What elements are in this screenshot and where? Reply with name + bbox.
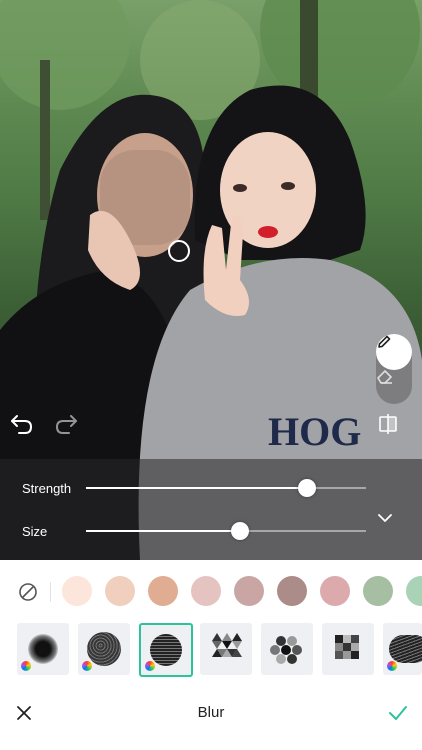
triangle-mosaic-preview [212, 633, 242, 657]
color-indicator-icon [387, 661, 397, 671]
strength-slider[interactable] [86, 478, 366, 498]
pattern-stroke-blur[interactable] [383, 623, 422, 675]
strength-track-filled [86, 487, 307, 489]
color-swatch[interactable] [148, 576, 178, 606]
color-indicator-icon [82, 661, 92, 671]
page-title: Blur [197, 704, 225, 721]
pattern-noise-blur[interactable] [78, 623, 130, 675]
bottom-bar: Blur [0, 690, 422, 736]
color-indicator-icon [145, 661, 155, 671]
square-mosaic-preview [335, 635, 359, 659]
color-indicator-icon [21, 661, 31, 671]
color-swatch[interactable] [363, 576, 393, 606]
chevron-down-icon[interactable] [377, 513, 413, 549]
stroke-blur-preview [389, 635, 422, 663]
size-thumb[interactable] [231, 522, 249, 540]
color-swatch[interactable] [277, 576, 307, 606]
svg-text:HOG: HOG [268, 409, 361, 454]
soft-blur-preview [28, 634, 58, 664]
compare-icon[interactable] [377, 413, 413, 449]
color-swatch[interactable] [406, 576, 422, 606]
no-color-icon[interactable] [18, 582, 38, 602]
swatch-divider [50, 582, 51, 602]
size-label: Size [22, 524, 48, 539]
noise-blur-preview [87, 632, 121, 666]
color-swatch[interactable] [62, 576, 92, 606]
color-swatch[interactable] [191, 576, 221, 606]
pencil-icon[interactable] [376, 334, 412, 370]
strength-thumb[interactable] [298, 479, 316, 497]
size-slider[interactable] [86, 521, 366, 541]
blur-pattern-row [0, 623, 422, 677]
pattern-line-blur[interactable] [139, 623, 193, 677]
pattern-square-mosaic[interactable] [322, 623, 374, 675]
size-track-rest [240, 530, 366, 532]
undo-icon[interactable] [9, 413, 45, 449]
brush-cursor [168, 240, 190, 262]
size-track-filled [86, 530, 240, 532]
line-blur-preview [150, 634, 182, 666]
color-swatch-row [0, 576, 422, 608]
pattern-hexagon-mosaic[interactable] [261, 623, 313, 675]
hexagon-mosaic-preview [270, 636, 302, 664]
adjustment-panel [0, 459, 422, 560]
color-swatch[interactable] [105, 576, 135, 606]
pattern-soft-blur[interactable] [17, 623, 69, 675]
check-icon[interactable] [380, 695, 416, 731]
color-swatch[interactable] [234, 576, 264, 606]
strength-label: Strength [22, 481, 72, 496]
color-swatch[interactable] [320, 576, 350, 606]
photo-canvas[interactable]: HOG Strength Size [0, 0, 422, 560]
redo-icon[interactable] [53, 413, 89, 449]
pattern-triangle-mosaic[interactable] [200, 623, 252, 675]
eraser-icon[interactable] [376, 368, 412, 404]
